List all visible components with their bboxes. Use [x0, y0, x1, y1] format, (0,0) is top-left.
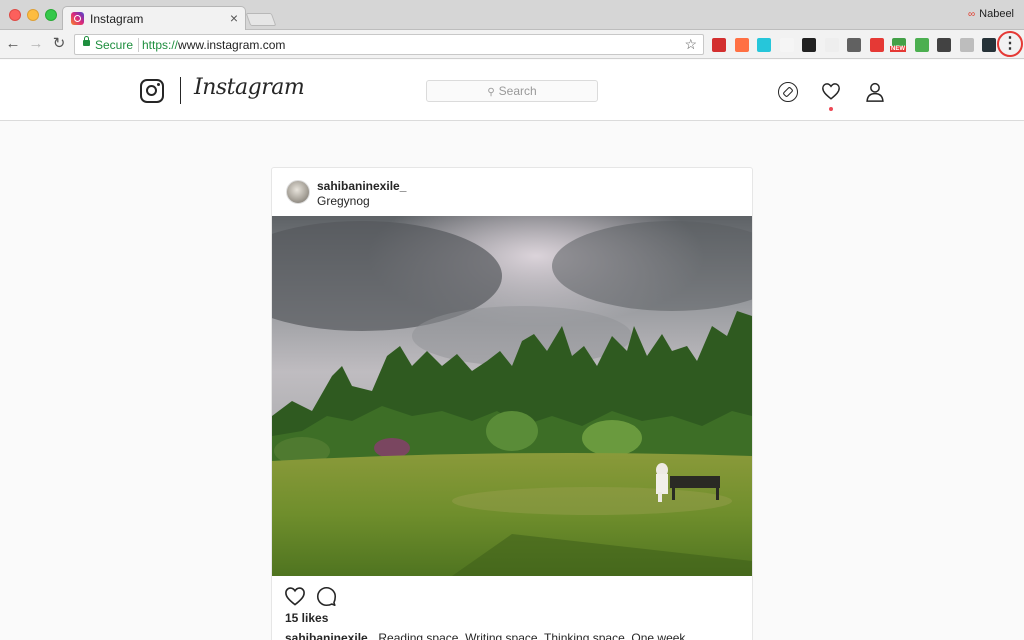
search-icon: ⚲: [487, 87, 495, 98]
address-bar[interactable]: Secure https://www.instagram.com ☆: [74, 34, 704, 55]
url-text[interactable]: https://www.instagram.com: [142, 38, 285, 52]
forward-arrow-icon[interactable]: →: [27, 35, 45, 53]
likes-count[interactable]: 15 likes: [285, 611, 328, 625]
blank-extension-icon[interactable]: [779, 38, 794, 52]
instagram-wordmark[interactable]: Instagram: [194, 75, 305, 100]
new-tab-button[interactable]: [245, 13, 277, 26]
instagram-camera-logo-icon[interactable]: [140, 79, 164, 103]
lock-icon: [83, 36, 90, 46]
url-host: www.instagram.com: [178, 38, 286, 52]
cloud-extension-icon[interactable]: [959, 38, 974, 52]
like-heart-icon[interactable]: [284, 586, 306, 606]
lastpass-extension-icon[interactable]: [712, 38, 726, 52]
close-window-button[interactable]: [9, 9, 21, 21]
caption-username[interactable]: sahibaninexile_: [285, 631, 374, 640]
tab-close-icon[interactable]: ×: [230, 10, 238, 26]
minimize-window-button[interactable]: [27, 9, 39, 21]
activity-heart-icon[interactable]: [821, 82, 841, 100]
reload-icon[interactable]: ↻: [50, 35, 68, 53]
logo-divider: [180, 77, 181, 104]
chrome-menu-button[interactable]: ⋮: [997, 31, 1023, 57]
profile-button[interactable]: ∞ Nabeel: [968, 8, 1014, 20]
post-photo[interactable]: [272, 216, 752, 576]
notification-dot: [829, 107, 833, 111]
dark-extension-icon[interactable]: [802, 38, 816, 52]
toggl-extension-icon[interactable]: [734, 38, 749, 52]
post-location[interactable]: Gregynog: [317, 194, 370, 208]
back-arrow-icon[interactable]: ←: [4, 35, 22, 53]
profile-name: Nabeel: [979, 8, 1014, 20]
secure-label: Secure: [95, 38, 134, 52]
post-header: sahibaninexile_ Gregynog: [272, 168, 752, 216]
grammar-extension-icon[interactable]: [757, 38, 771, 52]
url-scheme: https://: [142, 38, 179, 52]
avatar[interactable]: [286, 180, 310, 204]
browser-tab-strip: Instagram × ∞ Nabeel: [0, 0, 1024, 31]
post-card: sahibaninexile_ Gregynog 15 likes sahiba…: [271, 167, 753, 640]
post-username[interactable]: sahibaninexile_: [317, 179, 406, 193]
adblock-extension-icon[interactable]: [869, 38, 884, 52]
instagram-favicon-icon: [71, 12, 84, 25]
tab-title: Instagram: [90, 12, 144, 26]
browser-toolbar: ← → ↻ Secure https://www.instagram.com ☆…: [0, 30, 1024, 59]
download-extension-icon[interactable]: [824, 38, 839, 52]
wave-extension-icon[interactable]: [914, 38, 929, 52]
instagram-header: Instagram ⚲ Search: [0, 60, 1024, 121]
search-input[interactable]: ⚲ Search: [426, 80, 598, 102]
film-extension-icon[interactable]: [937, 38, 951, 52]
zoom-window-button[interactable]: [45, 9, 57, 21]
browser-tab-instagram[interactable]: Instagram ×: [62, 6, 246, 31]
post-actions: [272, 576, 752, 616]
caption-text: Reading space. Writing space. Thinking s…: [378, 631, 686, 640]
profile-icon: ∞: [968, 9, 976, 20]
profile-person-icon[interactable]: [865, 82, 885, 102]
address-divider: [138, 38, 139, 52]
comment-bubble-icon[interactable]: [316, 586, 337, 607]
buffer-extension-icon[interactable]: [982, 38, 996, 52]
mixmax-extension-icon[interactable]: [847, 38, 861, 52]
new-badge-extension-icon[interactable]: NEW: [890, 38, 906, 52]
bookmark-star-icon[interactable]: ☆: [684, 36, 697, 53]
post-caption: sahibaninexile_ Reading space. Writing sp…: [285, 631, 685, 640]
explore-compass-icon[interactable]: [778, 82, 798, 102]
search-placeholder: Search: [498, 84, 537, 98]
landscape-photo: [272, 216, 752, 576]
new-badge: NEW: [890, 46, 906, 52]
